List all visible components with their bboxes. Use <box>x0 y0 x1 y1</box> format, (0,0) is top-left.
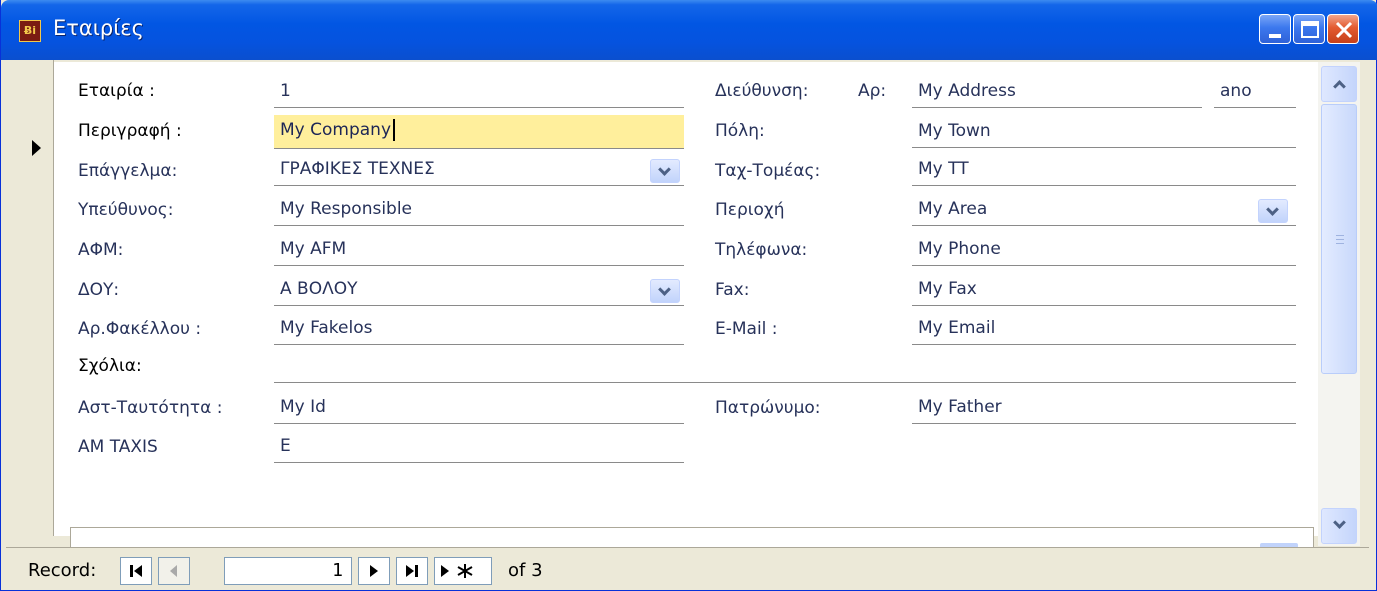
record-count: of 3 <box>508 560 543 581</box>
field-label-id-card: Αστ-Ταυτότητα : <box>78 398 223 418</box>
chevron-down-icon <box>658 163 671 176</box>
previous-record-button[interactable] <box>158 557 190 585</box>
next-record-icon <box>370 565 378 577</box>
chevron-down-icon <box>658 283 671 296</box>
field-label-folder-number: Αρ.Φακέλλου : <box>78 319 202 339</box>
folder-number-field[interactable]: My Fakelos <box>274 315 684 345</box>
am-taxis-field[interactable]: E <box>274 433 684 463</box>
text-cursor <box>393 119 396 141</box>
chevron-up-icon <box>1333 80 1346 93</box>
profession-dropdown-button[interactable] <box>650 159 680 183</box>
field-label-profession: Επάγγελμα: <box>78 161 178 181</box>
field-label-description: Περιγραφή : <box>78 121 182 141</box>
vertical-scrollbar[interactable] <box>1318 62 1360 546</box>
previous-record-icon <box>170 565 177 577</box>
new-record-icon <box>441 564 473 578</box>
area-combo[interactable]: My Area <box>912 196 1296 226</box>
chevron-down-icon <box>1333 516 1346 529</box>
fax-field[interactable]: My Fax <box>912 276 1296 306</box>
next-record-button[interactable] <box>358 557 390 585</box>
afm-field[interactable]: My AFM <box>274 236 684 266</box>
field-label-phones: Τηλέφωνα: <box>715 240 808 260</box>
record-label: Record: <box>28 560 97 581</box>
phones-field[interactable]: My Phone <box>912 236 1296 266</box>
current-record-arrow-icon <box>32 140 41 156</box>
company-id-field[interactable]: 1 <box>274 78 684 108</box>
field-label-area: Περιοχή <box>715 200 785 220</box>
first-record-button[interactable] <box>120 557 152 585</box>
access-form-icon: Ƀi <box>19 20 41 42</box>
field-label-city: Πόλη: <box>715 121 765 141</box>
scroll-up-button[interactable] <box>1321 66 1357 102</box>
id-card-field[interactable]: My Id <box>274 394 684 424</box>
field-label-comments: Σχόλια: <box>78 356 142 376</box>
email-field[interactable]: My Email <box>912 315 1296 345</box>
field-label-afm: ΑΦΜ: <box>78 240 124 260</box>
doy-combo[interactable]: Α ΒΟΛΟΥ <box>274 276 684 306</box>
last-record-button[interactable] <box>396 557 428 585</box>
area-dropdown-button[interactable] <box>1258 199 1288 223</box>
field-label-responsible: Υπεύθυνος: <box>78 200 174 220</box>
first-record-icon <box>130 565 142 577</box>
field-label-fax: Fax: <box>715 280 750 300</box>
record-selector[interactable] <box>6 60 54 536</box>
grip-icon <box>1336 235 1344 244</box>
address-number-field[interactable]: ano <box>1214 78 1296 108</box>
responsible-field[interactable]: My Responsible <box>274 196 684 226</box>
record-navigation-bar <box>6 547 1369 587</box>
comments-field[interactable] <box>274 353 1296 383</box>
field-label-am-taxis: AM TAXIS <box>78 437 158 457</box>
field-label-doy: ΔΟΥ: <box>78 280 120 300</box>
field-label-email: E-Mail : <box>715 319 778 339</box>
profession-combo[interactable]: ΓΡΑΦΙΚΕΣ ΤΕΧΝΕΣ <box>274 156 684 186</box>
last-record-icon <box>406 565 418 577</box>
close-button[interactable] <box>1327 14 1359 44</box>
field-label-company-id: Εταιρία : <box>78 81 155 101</box>
scrollbar-thumb[interactable] <box>1321 104 1357 374</box>
field-label-address: Διεύθυνση: <box>715 81 809 101</box>
field-label-address-number: Αρ: <box>858 81 887 101</box>
window-title: Εταιρίες <box>53 16 144 40</box>
record-number-input[interactable]: 1 <box>224 557 352 585</box>
maximize-button[interactable] <box>1293 14 1325 44</box>
field-label-postcode: Ταχ-Τομέας: <box>715 161 821 181</box>
description-field[interactable]: My Company <box>274 115 684 149</box>
description-value: My Company <box>280 120 392 140</box>
doy-dropdown-button[interactable] <box>650 279 680 303</box>
field-label-father-name: Πατρώνυμο: <box>715 398 821 418</box>
minimize-button[interactable] <box>1259 14 1291 44</box>
address-field[interactable]: My Address <box>912 78 1202 108</box>
father-name-field[interactable]: My Father <box>912 394 1296 424</box>
chevron-down-icon <box>1266 203 1279 216</box>
scroll-down-button[interactable] <box>1321 508 1357 544</box>
title-bar[interactable]: Ƀi Εταιρίες <box>1 0 1377 60</box>
subform-frame[interactable] <box>70 527 1314 547</box>
city-field[interactable]: My Town <box>912 118 1296 148</box>
new-record-button[interactable] <box>434 557 492 585</box>
postcode-field[interactable]: My TT <box>912 156 1296 186</box>
